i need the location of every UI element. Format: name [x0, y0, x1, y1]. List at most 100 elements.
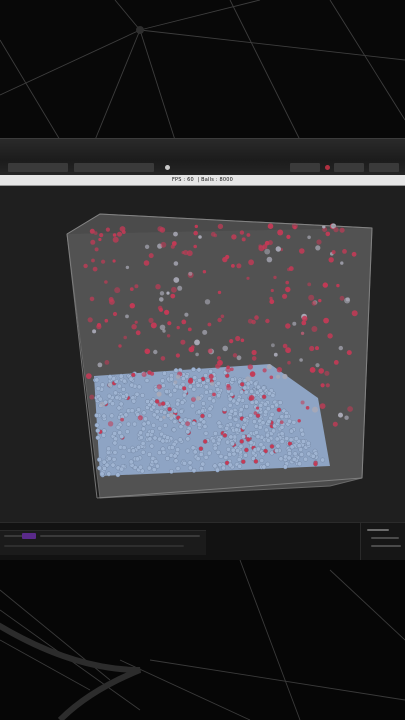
settled-ball — [266, 419, 272, 424]
active-ball — [121, 230, 126, 234]
active-ball — [342, 249, 347, 254]
settled-ball — [178, 409, 184, 414]
active-ball — [92, 266, 98, 272]
settled-ball — [172, 408, 178, 414]
active-ball — [148, 253, 154, 259]
record-icon[interactable] — [325, 165, 330, 170]
settled-ball — [169, 445, 175, 450]
active-ball — [189, 347, 195, 352]
settled-ball — [126, 421, 131, 427]
settled-ball — [259, 458, 265, 463]
active-ball — [236, 263, 242, 269]
settled-ball — [144, 378, 150, 383]
active-ball — [181, 319, 187, 325]
settled-ball — [279, 424, 285, 430]
active-ball — [240, 338, 245, 343]
settled-ball — [121, 445, 127, 451]
panel-item[interactable] — [371, 545, 401, 547]
settled-ball — [265, 438, 271, 444]
settled-ball — [298, 447, 304, 452]
console-log[interactable] — [0, 530, 206, 555]
settled-ball — [270, 393, 276, 398]
active-ball — [282, 293, 288, 299]
toolbar-tab[interactable] — [8, 163, 68, 172]
active-ball — [207, 348, 213, 354]
settled-ball — [299, 427, 304, 433]
settled-ball — [243, 389, 249, 395]
settled-ball — [151, 467, 157, 473]
active-ball — [231, 264, 235, 268]
toolbar-tab[interactable] — [334, 163, 364, 172]
settled-ball — [136, 444, 142, 450]
settled-ball — [141, 421, 147, 427]
settled-ball — [182, 460, 188, 466]
active-ball — [150, 322, 157, 329]
settled-ball — [241, 425, 247, 430]
settled-ball — [101, 413, 107, 419]
active-ball — [266, 364, 272, 370]
active-ball — [225, 367, 231, 373]
settled-ball — [255, 446, 261, 452]
settled-ball — [130, 372, 136, 378]
settled-ball — [296, 443, 302, 448]
settled-ball — [138, 435, 144, 441]
active-ball — [94, 247, 99, 252]
settled-ball — [157, 425, 163, 431]
settled-ball — [95, 428, 101, 434]
settled-ball — [217, 424, 223, 429]
settled-ball — [223, 455, 229, 460]
active-ball — [323, 317, 329, 324]
settled-ball — [151, 412, 157, 418]
settled-ball — [185, 448, 191, 454]
toolbar-tab[interactable] — [369, 163, 399, 172]
settled-ball — [146, 451, 152, 457]
simulation-canvas[interactable] — [0, 186, 405, 522]
active-ball — [194, 339, 200, 346]
active-ball — [92, 329, 97, 334]
settled-ball — [279, 439, 285, 445]
active-ball — [333, 360, 339, 365]
settled-ball — [245, 437, 251, 442]
active-ball — [344, 415, 349, 420]
settled-ball — [200, 461, 206, 467]
active-ball — [325, 383, 330, 388]
toolbar-tab[interactable] — [290, 163, 320, 172]
toolbar-icon[interactable] — [165, 165, 170, 170]
active-ball — [148, 317, 154, 323]
active-ball — [114, 287, 121, 294]
panel-item[interactable] — [371, 537, 399, 539]
settled-ball — [282, 464, 288, 470]
active-ball — [255, 406, 260, 410]
settled-ball — [145, 432, 151, 438]
active-ball — [120, 417, 124, 422]
simulation-viewport[interactable] — [0, 186, 405, 522]
settled-ball — [160, 383, 166, 389]
settled-ball — [249, 389, 255, 394]
background-bottom — [0, 560, 405, 720]
settled-ball — [265, 432, 270, 438]
active-ball — [319, 403, 326, 409]
toolbar-tab[interactable] — [74, 163, 154, 172]
settled-ball — [208, 368, 214, 374]
active-ball — [177, 285, 183, 291]
settled-ball — [167, 406, 173, 412]
settled-ball — [203, 454, 209, 460]
active-ball — [173, 277, 180, 283]
active-ball — [338, 412, 343, 418]
active-ball — [246, 276, 250, 280]
settled-ball — [297, 461, 302, 467]
active-ball — [129, 287, 134, 291]
settled-ball — [175, 466, 181, 471]
settled-ball — [222, 432, 228, 438]
settled-ball — [216, 437, 222, 443]
active-ball — [173, 231, 178, 237]
settled-ball — [305, 440, 311, 446]
active-ball — [332, 421, 338, 427]
settled-ball — [100, 382, 106, 388]
settled-ball — [229, 408, 235, 414]
active-ball — [112, 233, 117, 237]
active-ball — [328, 257, 334, 263]
active-ball — [307, 282, 312, 287]
active-ball — [170, 244, 175, 249]
active-ball — [134, 320, 138, 324]
